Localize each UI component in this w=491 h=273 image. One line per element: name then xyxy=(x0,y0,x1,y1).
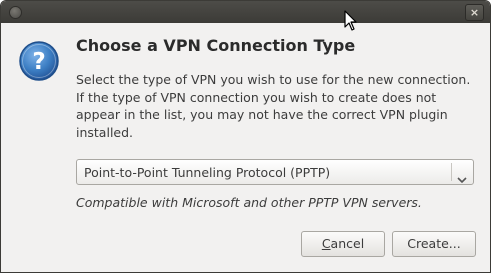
vpn-type-select[interactable]: Point-to-Point Tunneling Protocol (PPTP) xyxy=(76,159,474,185)
dialog-description: Select the type of VPN you wish to use f… xyxy=(76,72,471,140)
window-menu-icon[interactable] xyxy=(9,6,22,19)
combo-separator xyxy=(451,163,452,181)
dialog-content: ? Choose a VPN Connection Type Select th… xyxy=(1,23,490,272)
cancel-button[interactable]: Cancel xyxy=(301,231,385,257)
close-button[interactable]: × xyxy=(465,4,484,21)
create-label: Create... xyxy=(407,236,461,251)
vpn-type-dialog: × ? Choose a VPN Connection Type Select … xyxy=(0,0,491,273)
create-button[interactable]: Create... xyxy=(392,231,476,257)
titlebar: × xyxy=(1,1,490,23)
question-icon: ? xyxy=(18,40,60,82)
dialog-heading: Choose a VPN Connection Type xyxy=(76,36,356,55)
chevron-down-icon xyxy=(457,169,467,184)
compat-note: Compatible with Microsoft and other PPTP… xyxy=(76,195,422,210)
svg-text:?: ? xyxy=(32,49,45,75)
mouse-pointer-icon xyxy=(344,10,358,36)
close-icon: × xyxy=(469,6,480,19)
cancel-label: ancel xyxy=(330,236,365,251)
vpn-type-selected: Point-to-Point Tunneling Protocol (PPTP) xyxy=(84,165,331,180)
cancel-mnemonic: C xyxy=(321,236,331,251)
